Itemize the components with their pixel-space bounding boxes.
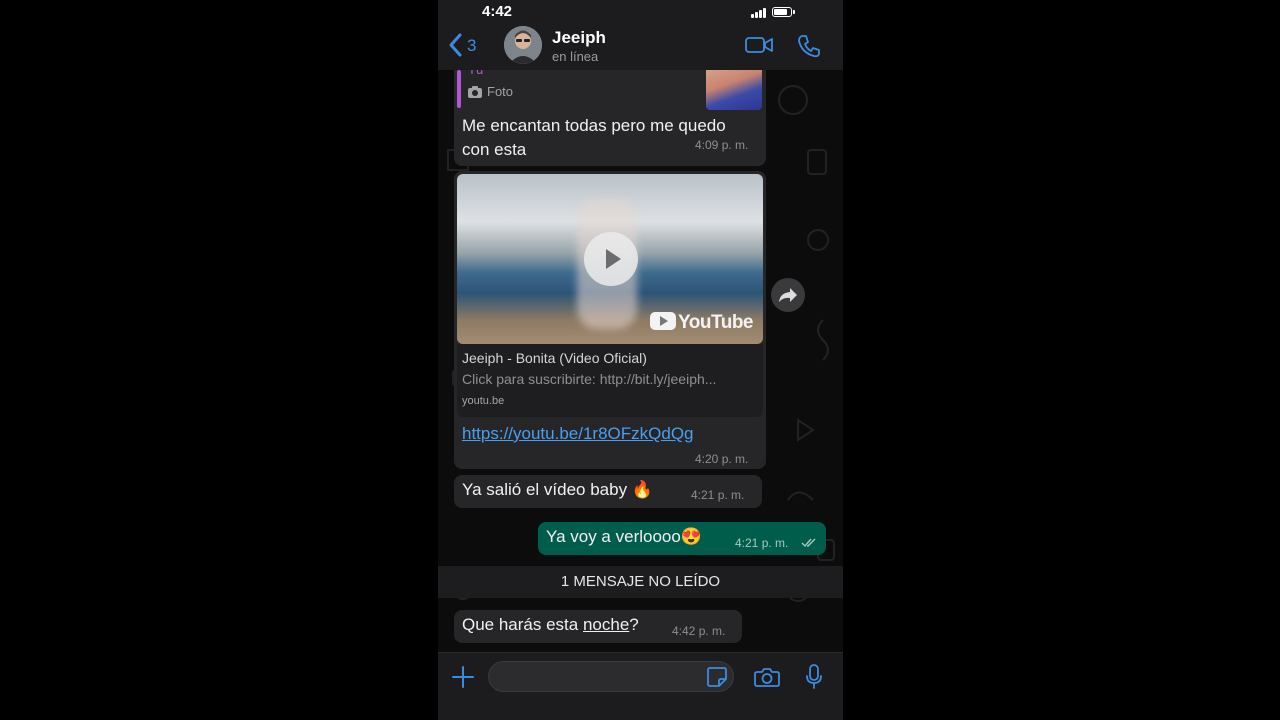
- forward-arrow-icon: [779, 288, 797, 302]
- message-input[interactable]: [488, 661, 734, 692]
- microphone-icon[interactable]: [805, 664, 823, 690]
- sticker-icon[interactable]: [706, 666, 728, 688]
- incoming-message-bubble[interactable]: Tú Foto Me encantan todas pero me quedoc…: [454, 70, 766, 166]
- avatar[interactable]: [504, 26, 542, 64]
- message-time: 4:09 p. m.: [695, 138, 749, 152]
- message-composer: [438, 652, 843, 720]
- outgoing-message-bubble[interactable]: Ya voy a verloooo😍 4:21 p. m.: [538, 522, 826, 555]
- link-domain: youtu.be: [462, 395, 505, 407]
- status-time: 4:42: [482, 3, 513, 20]
- play-icon[interactable]: [584, 232, 638, 286]
- message-text: Ya voy a verloooo😍: [546, 527, 702, 546]
- quote-photo-thumbnail: [706, 70, 762, 110]
- message-time: 4:21 p. m.: [691, 488, 745, 502]
- back-chevron-icon[interactable]: [446, 32, 466, 58]
- quoted-message[interactable]: Tú Foto: [454, 70, 766, 110]
- link-preview-card[interactable]: Jeeiph - Bonita (Video Oficial) Click pa…: [457, 344, 763, 417]
- video-call-icon[interactable]: [744, 34, 774, 56]
- signal-icon: [751, 7, 767, 18]
- double-check-icon: [801, 538, 816, 548]
- chat-header: 3 Jeeiph en línea: [438, 24, 843, 71]
- camera-icon[interactable]: [754, 666, 780, 688]
- message-time: 4:42 p. m.: [672, 624, 726, 638]
- incoming-message-bubble[interactable]: Ya salió el vídeo baby 🔥 4:21 p. m.: [454, 475, 762, 508]
- message-time: 4:20 p. m.: [695, 452, 749, 466]
- youtube-logo: YouTube: [650, 312, 753, 334]
- incoming-link-bubble[interactable]: YouTube Jeeiph - Bonita (Video Oficial) …: [454, 171, 766, 469]
- phone-screen: 4:42 3 Jeeiph en línea Foto Me encantan …: [438, 0, 843, 720]
- link-description: Click para suscribirte: http://bit.ly/je…: [462, 371, 717, 387]
- quote-accent-bar: [457, 70, 461, 108]
- status-bar: 4:42: [438, 0, 843, 24]
- forward-button[interactable]: [771, 278, 805, 312]
- back-unread-count[interactable]: 3: [467, 36, 476, 56]
- quote-author: Tú: [468, 70, 483, 77]
- contact-name[interactable]: Jeeiph: [552, 28, 606, 48]
- message-text: Me encantan todas pero me quedo con esta: [462, 116, 726, 159]
- battery-icon: [772, 7, 795, 17]
- message-text: Ya salió el vídeo baby 🔥: [462, 480, 653, 499]
- message-time: 4:21 p. m.: [735, 536, 789, 550]
- message-text: Que harás esta noche?: [462, 615, 639, 634]
- link-title: Jeeiph - Bonita (Video Oficial): [462, 350, 647, 366]
- camera-small-icon: [468, 86, 482, 98]
- quote-label: Foto: [487, 84, 514, 99]
- plus-icon[interactable]: [451, 665, 475, 689]
- chat-area[interactable]: Tú Foto Me encantan todas pero me quedoc…: [438, 70, 843, 652]
- video-thumbnail[interactable]: YouTube: [457, 174, 763, 344]
- message-link[interactable]: https://youtu.be/1r8OFzkQdQg: [462, 424, 694, 444]
- unread-banner: 1 MENSAJE NO LEÍDO: [438, 566, 843, 598]
- incoming-message-bubble[interactable]: Que harás esta noche? 4:42 p. m.: [454, 610, 742, 643]
- contact-status: en línea: [552, 49, 599, 64]
- phone-call-icon[interactable]: [796, 33, 822, 59]
